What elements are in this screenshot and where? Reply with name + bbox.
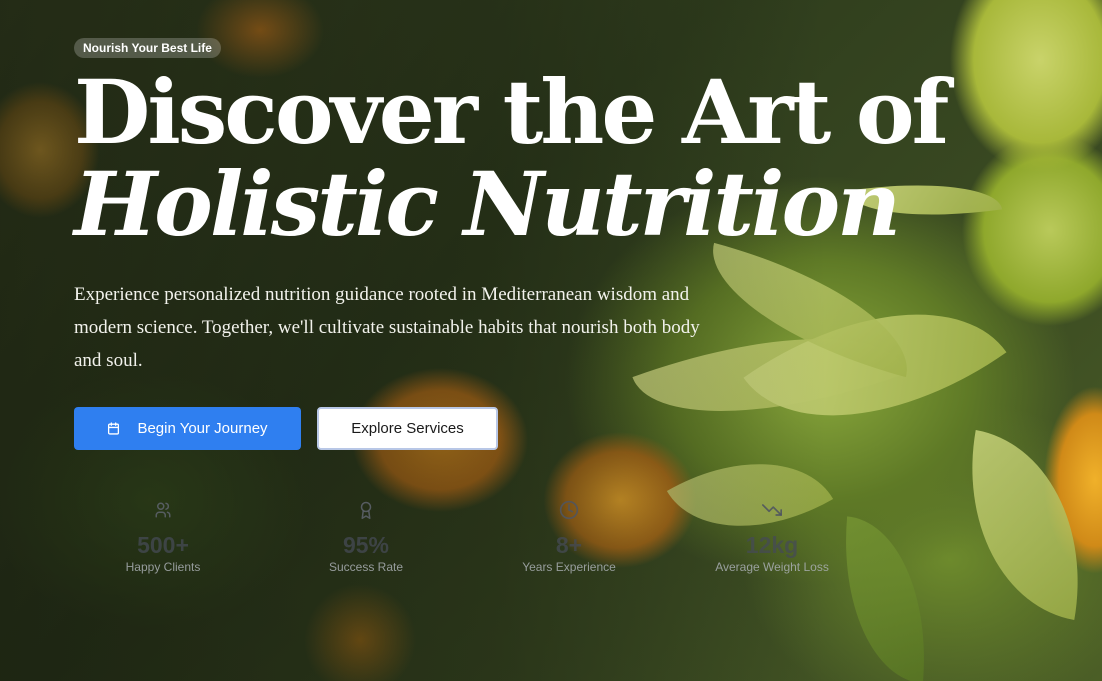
hero-actions: Begin Your Journey Explore Services bbox=[74, 407, 894, 450]
stat-years-experience: 8+ Years Experience bbox=[469, 500, 669, 574]
hero-title-line1: Discover the Art of bbox=[74, 60, 949, 164]
stat-label: Happy Clients bbox=[125, 560, 201, 574]
clock-icon bbox=[469, 500, 669, 520]
hero-title: Discover the Art of Holistic Nutrition bbox=[74, 60, 949, 256]
stat-value: 8+ bbox=[555, 532, 583, 558]
tagline-badge: Nourish Your Best Life bbox=[74, 38, 221, 58]
stat-happy-clients: 500+ Happy Clients bbox=[63, 500, 263, 574]
stat-value: 12kg bbox=[745, 532, 799, 558]
explore-services-button[interactable]: Explore Services bbox=[317, 407, 498, 450]
stat-label: Years Experience bbox=[522, 560, 616, 574]
calendar-icon bbox=[107, 422, 120, 435]
stat-value: 95% bbox=[342, 532, 390, 558]
trending-down-icon bbox=[672, 500, 872, 520]
hero-content: Nourish Your Best Life Discover the Art … bbox=[74, 38, 949, 450]
stat-label: Average Weight Loss bbox=[715, 560, 829, 574]
users-icon bbox=[63, 500, 263, 520]
hero-title-line2: Holistic Nutrition bbox=[74, 152, 901, 256]
hero-description: Experience personalized nutrition guidan… bbox=[74, 284, 700, 371]
begin-journey-button[interactable]: Begin Your Journey bbox=[74, 407, 301, 450]
award-icon bbox=[266, 500, 466, 520]
stat-success-rate: 95% Success Rate bbox=[266, 500, 466, 574]
begin-journey-label: Begin Your Journey bbox=[137, 420, 268, 437]
stats-row: 500+ Happy Clients 95% Success Rate 8+ Y… bbox=[63, 500, 875, 574]
stat-label: Success Rate bbox=[328, 560, 404, 574]
stat-average-weight-loss: 12kg Average Weight Loss bbox=[672, 500, 872, 574]
hero-section: Nourish Your Best Life Discover the Art … bbox=[0, 0, 1102, 681]
stat-value: 500+ bbox=[137, 532, 189, 558]
